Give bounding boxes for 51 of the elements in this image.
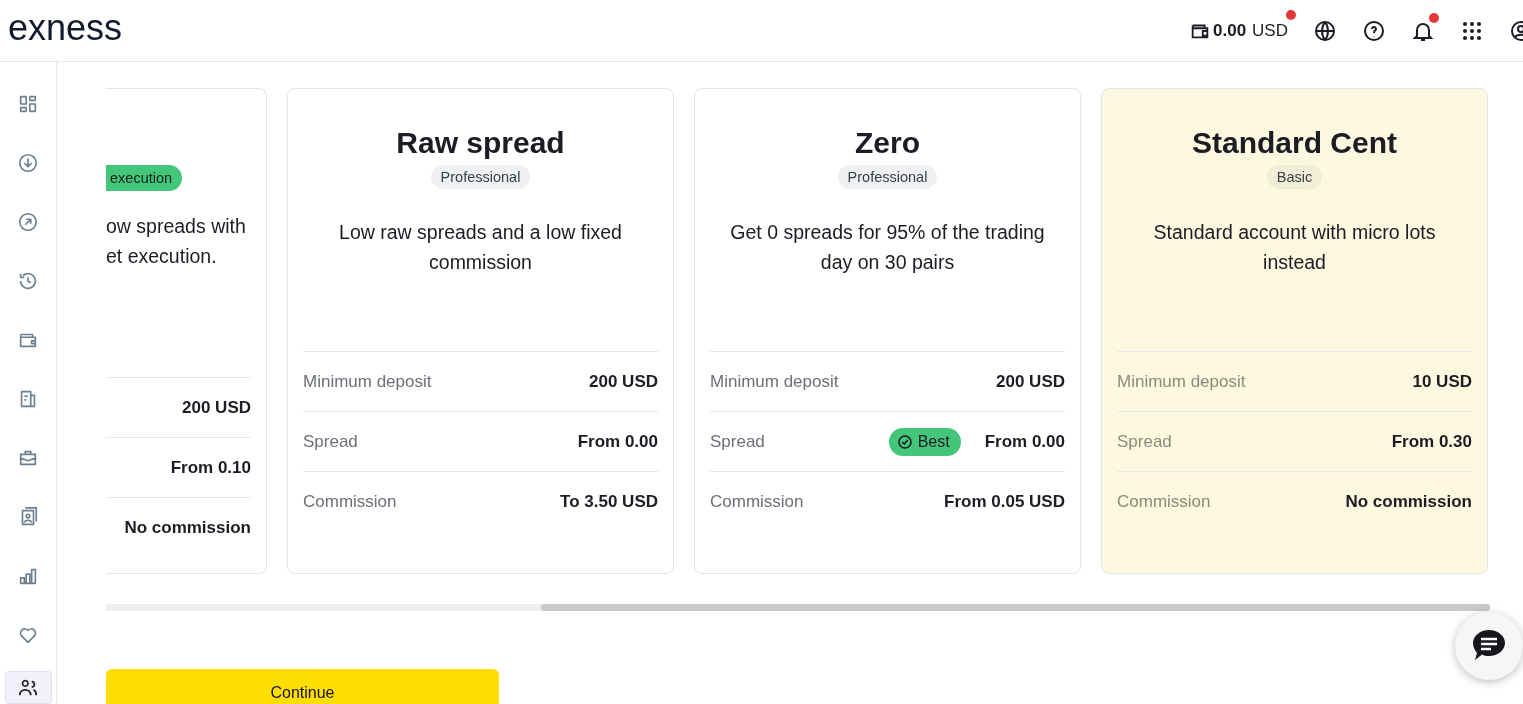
balance-button[interactable]: 0.00 USD bbox=[1189, 19, 1288, 42]
row-value: From 0.00 bbox=[984, 431, 1065, 452]
row-value: To 3.50 USD bbox=[560, 491, 658, 512]
nav-icon bbox=[17, 211, 39, 233]
account-card[interactable]: Zero Professional Get 0 spreads for 95% of the trading day on 30 pairs Minimum deposit 200 USD Spread Best From 0.00 Commission From 0.05 USD bbox=[694, 88, 1081, 574]
card-description: Low raw spreads and a low fixed commission bbox=[338, 220, 623, 275]
card-description: et execution. bbox=[106, 244, 218, 269]
scrollbar[interactable] bbox=[106, 604, 1490, 611]
row-label: Minimum deposit bbox=[710, 371, 840, 392]
row-value: From 0.30 bbox=[1391, 431, 1472, 452]
globe-icon[interactable] bbox=[1313, 18, 1337, 43]
level-tag: Professional bbox=[430, 165, 531, 189]
row-value: No commission bbox=[1345, 491, 1472, 512]
level-tag: Professional bbox=[837, 165, 938, 189]
continue-button[interactable]: Continue bbox=[106, 669, 499, 704]
row-label: Spread bbox=[710, 431, 766, 452]
row-label: Spread bbox=[303, 431, 359, 452]
row-value: 10 USD bbox=[1412, 371, 1472, 392]
execution-tag: execution bbox=[106, 165, 183, 191]
account-card[interactable]: Standard Cent Basic Standard account with micro lots instead Minimum deposit 10 USD Spread From 0.30 Commission No commission bbox=[1101, 88, 1488, 574]
logo[interactable]: exness bbox=[8, 9, 123, 46]
card-description: Get 0 spreads for 95% of the trading day on 30 pairs bbox=[729, 220, 1046, 275]
nav-icon bbox=[17, 270, 39, 292]
nav-icon bbox=[17, 152, 39, 174]
card-description: Standard account with micro lots instead bbox=[1152, 220, 1437, 275]
card-title: Raw spread bbox=[396, 125, 565, 161]
row-label: Commission bbox=[303, 491, 398, 512]
check-circle-icon bbox=[896, 433, 913, 450]
row-label: Commission bbox=[710, 491, 805, 512]
level-tag: Basic bbox=[1266, 165, 1323, 189]
row-value: 200 USD bbox=[589, 371, 658, 392]
row-value: From 0.00 bbox=[577, 431, 658, 452]
card-description: ow spreads with bbox=[106, 214, 246, 239]
row-label: Commission bbox=[1117, 491, 1212, 512]
help-icon[interactable] bbox=[1362, 18, 1386, 43]
row-label: Spread bbox=[1117, 431, 1173, 452]
row-value: 200 USD bbox=[182, 397, 251, 418]
row-value: No commission bbox=[124, 517, 251, 538]
badge-text: Best bbox=[917, 432, 950, 451]
card-title: Standard Cent bbox=[1192, 125, 1397, 161]
scrollbar-thumb[interactable] bbox=[541, 604, 1490, 611]
row-value: 200 USD bbox=[996, 371, 1065, 392]
row-label: Minimum deposit bbox=[303, 371, 433, 392]
nav-icon bbox=[17, 93, 39, 115]
account-card[interactable]: execution ow spreads with et execution. 200 USD From 0.10 No commission bbox=[106, 88, 267, 574]
row-value: From 0.10 bbox=[170, 457, 251, 478]
row-value: From 0.05 USD bbox=[944, 491, 1065, 512]
account-card[interactable]: Raw spread Professional Low raw spreads and a low fixed commission Minimum deposit 200 USD Spread From 0.00 Commission To 3.50 USD bbox=[287, 88, 674, 574]
row-label: Minimum deposit bbox=[1117, 371, 1247, 392]
card-title: Zero bbox=[855, 125, 920, 161]
chat-button[interactable] bbox=[1455, 612, 1523, 680]
